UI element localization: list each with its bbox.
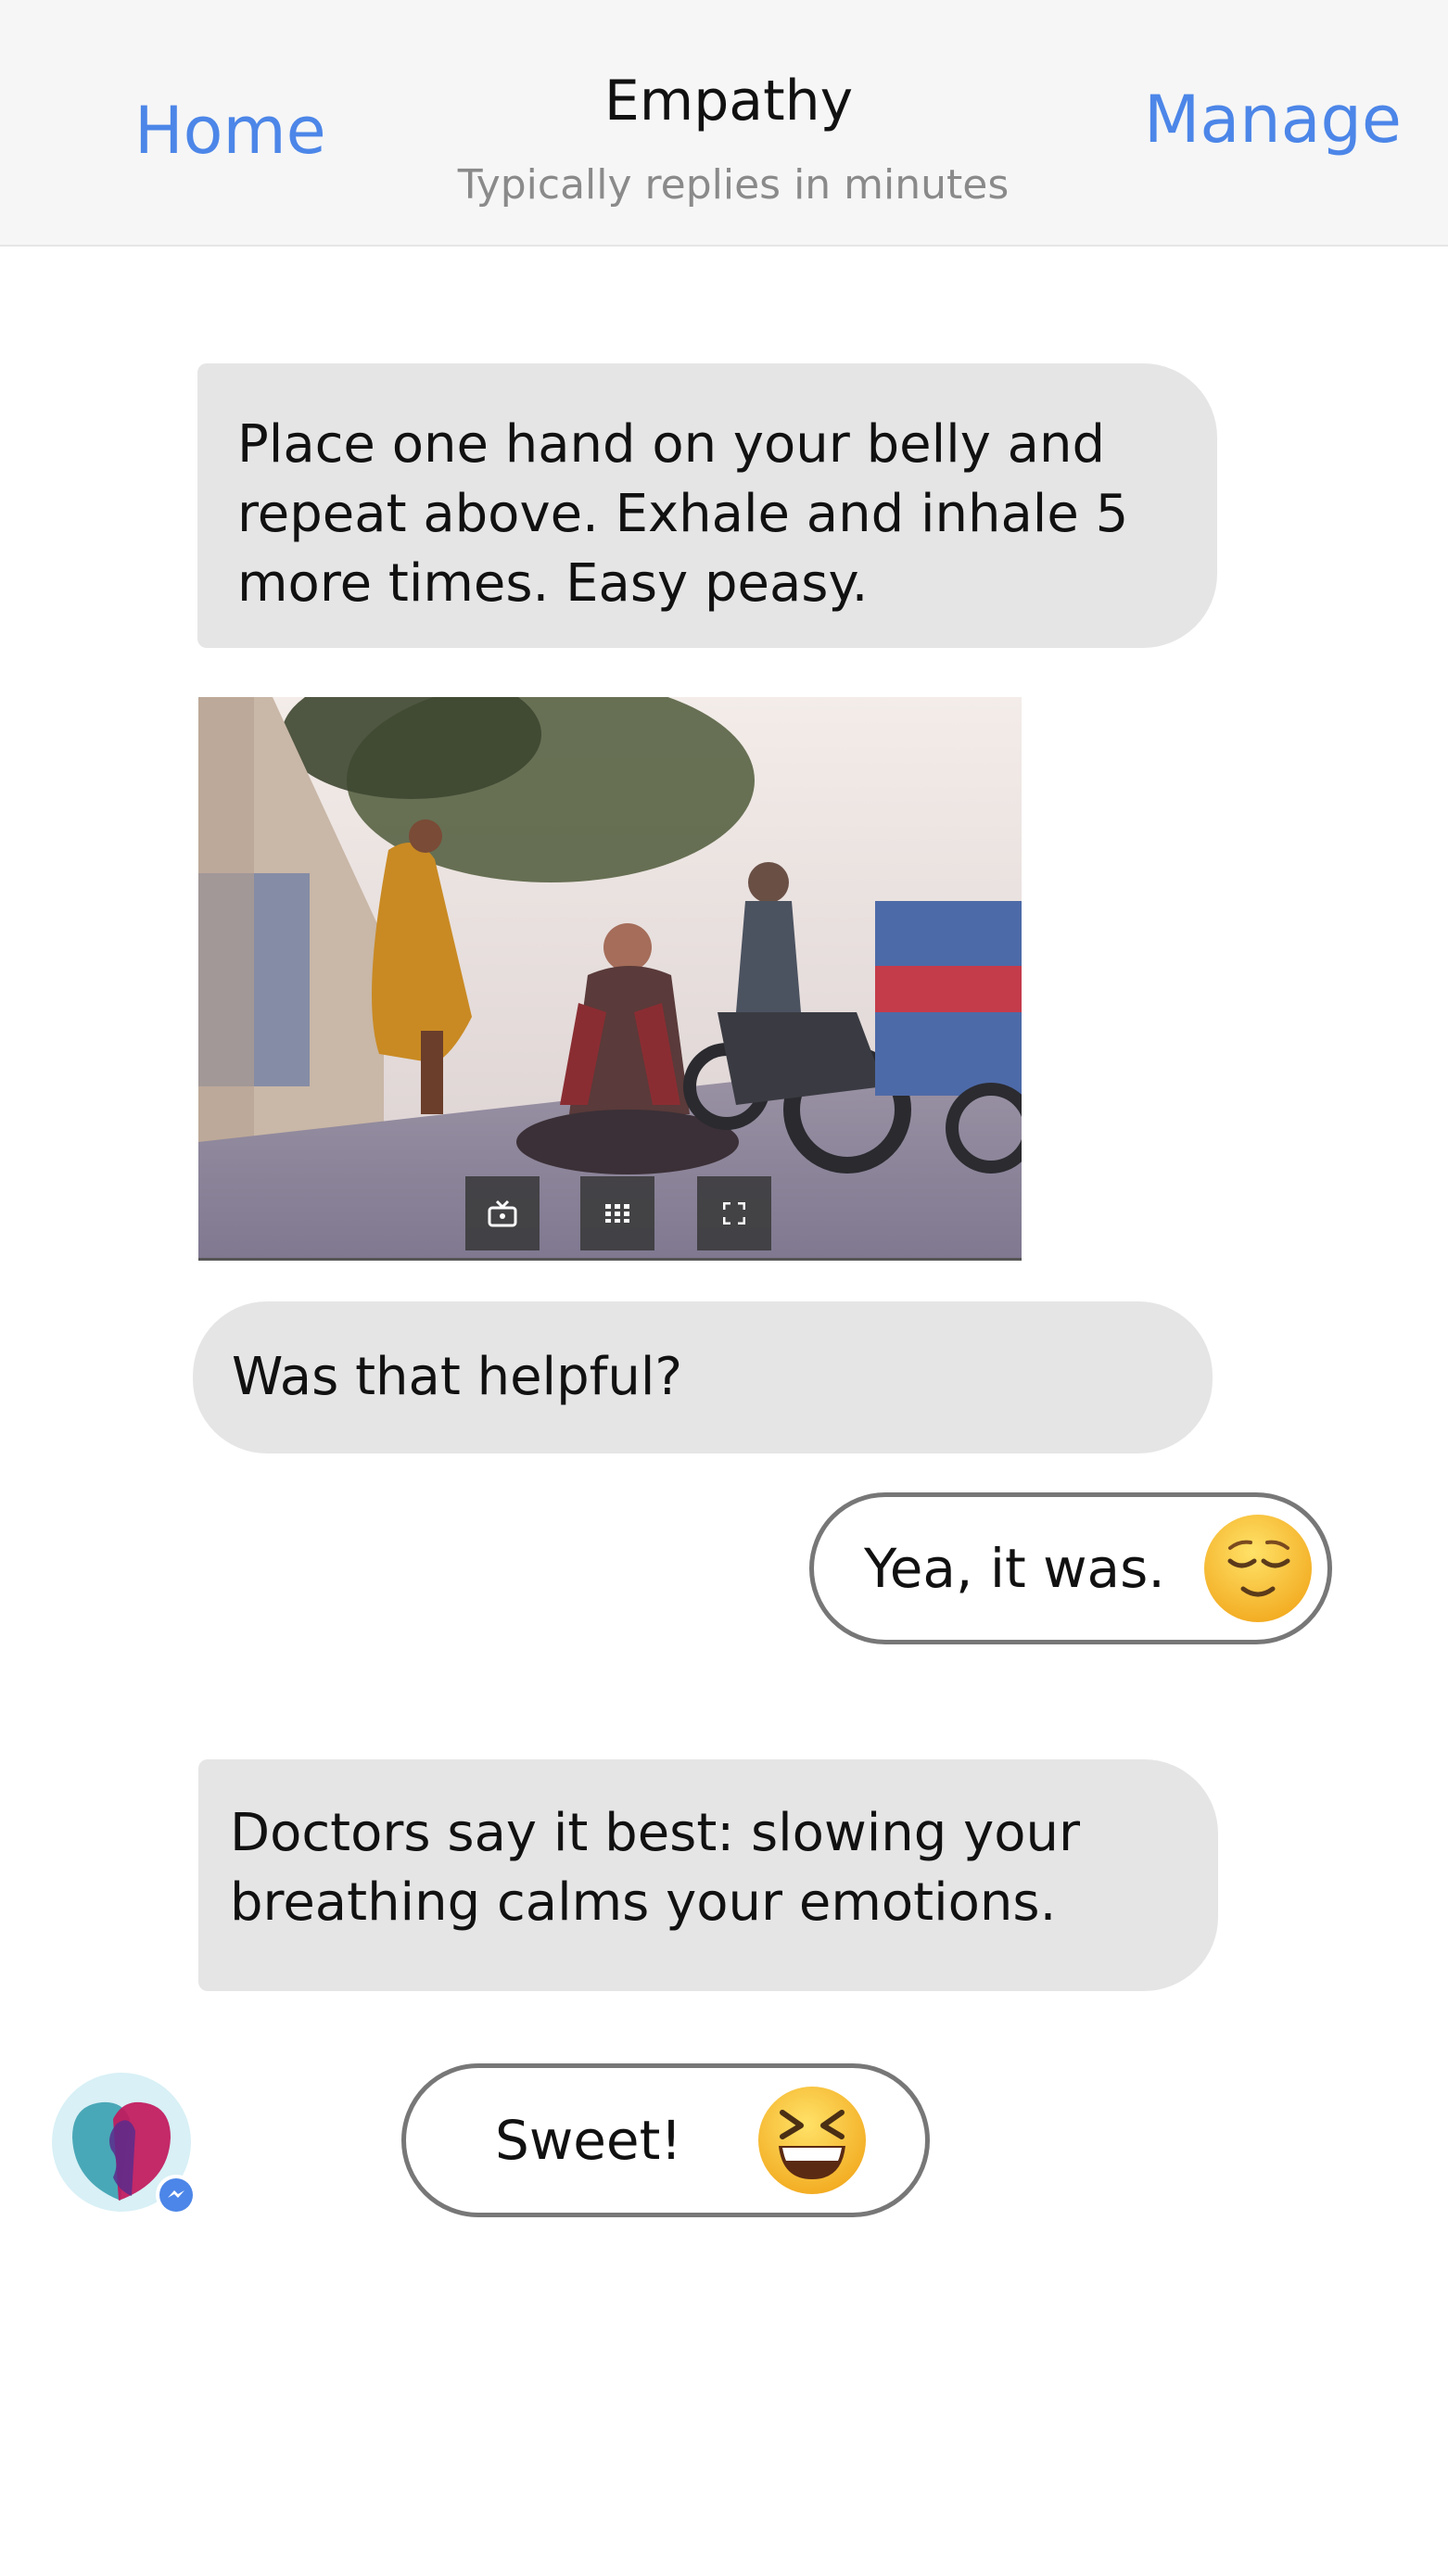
chat-subtitle: Typically replies in minutes [457, 161, 1010, 209]
tv-icon[interactable] [465, 1176, 540, 1250]
message-bubble-incoming: Was that helpful? [193, 1301, 1213, 1453]
quick-reply-label: Sweet! [495, 2109, 682, 2172]
chat-header: Home Empathy Typically replies in minute… [0, 0, 1448, 247]
message-bubble-incoming: Place one hand on your belly and repeat … [197, 363, 1217, 648]
quick-reply-yea-it-was[interactable]: Yea, it was. [809, 1492, 1332, 1644]
grid-icon[interactable] [580, 1176, 654, 1250]
quick-reply-label: Yea, it was. [864, 1537, 1165, 1600]
relieved-face-emoji [1203, 1515, 1312, 1622]
meditation-photo[interactable] [198, 697, 1022, 1261]
quick-reply-sweet[interactable]: Sweet! [401, 2063, 930, 2217]
messenger-icon [156, 2175, 197, 2215]
fullscreen-icon[interactable] [697, 1176, 771, 1250]
chat-screen: Home Empathy Typically replies in minute… [0, 0, 1448, 2576]
manage-button[interactable]: Manage [1144, 82, 1402, 158]
grinning-squinting-face-emoji [757, 2087, 866, 2194]
message-bubble-incoming: Doctors say it best: slowing your breath… [198, 1759, 1218, 1991]
